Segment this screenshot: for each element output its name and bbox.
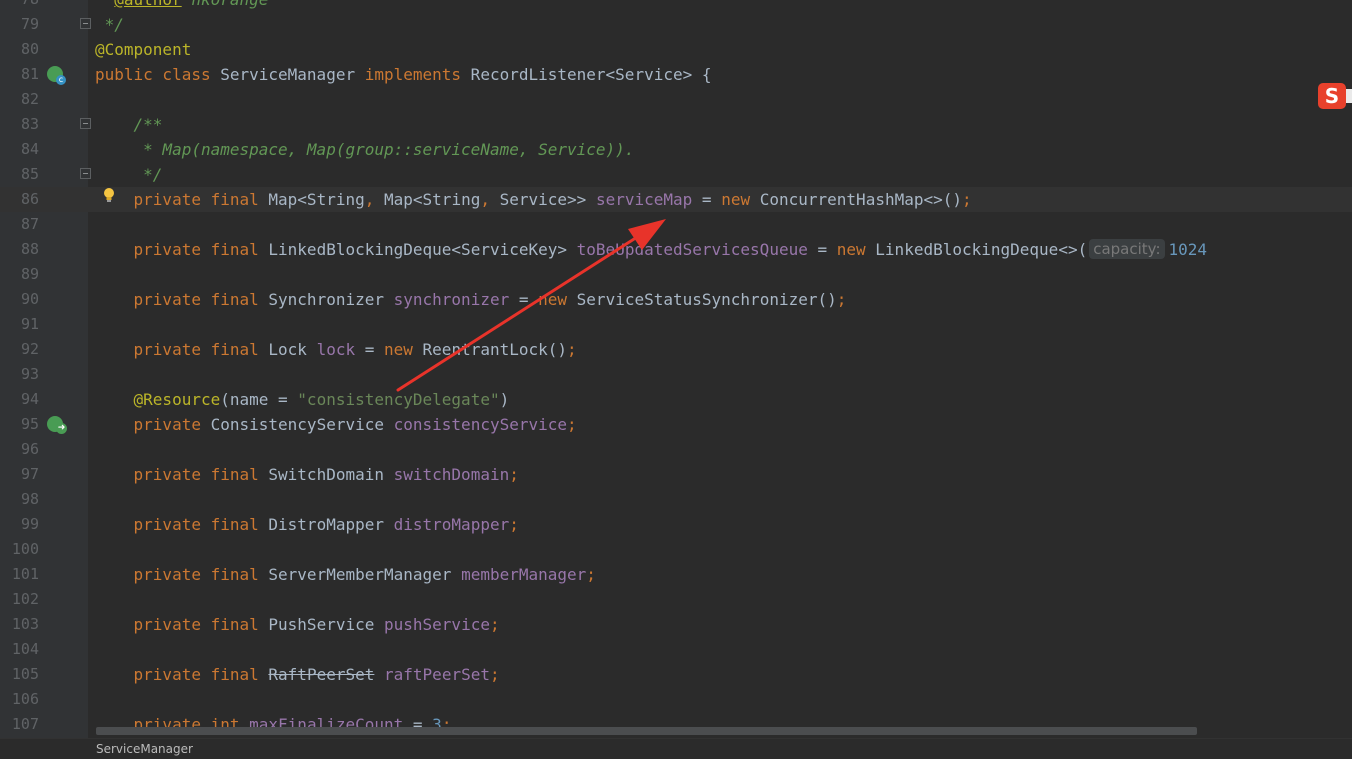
line-number: 107: [11, 715, 39, 733]
code-line[interactable]: 101 private final ServerMemberManager me…: [0, 562, 1352, 587]
line-number: 88: [20, 240, 39, 258]
code-text[interactable]: private final PushService pushService;: [95, 612, 500, 637]
code-text[interactable]: private final ServerMemberManager member…: [95, 562, 596, 587]
line-number: 92: [20, 340, 39, 358]
line-number: 83: [20, 115, 39, 133]
code-line[interactable]: 95 private ConsistencyService consistenc…: [0, 412, 1352, 437]
code-text[interactable]: private final Synchronizer synchronizer …: [95, 287, 847, 312]
code-line[interactable]: 78 @author nkorange: [0, 0, 1352, 12]
code-text[interactable]: private final DistroMapper distroMapper;: [95, 512, 519, 537]
code-line[interactable]: 85 */: [0, 162, 1352, 187]
line-number: 99: [20, 515, 39, 533]
breadcrumb-item-class[interactable]: ServiceManager: [96, 742, 193, 756]
line-number: 105: [11, 665, 39, 683]
line-number: 102: [11, 590, 39, 608]
code-line[interactable]: 99 private final DistroMapper distroMapp…: [0, 512, 1352, 537]
code-line[interactable]: 106: [0, 687, 1352, 712]
code-editor[interactable]: 78 @author nkorange79 */80@Component81pu…: [0, 0, 1352, 738]
code-text[interactable]: public class ServiceManager implements R…: [95, 62, 712, 87]
line-number: 106: [11, 690, 39, 708]
code-line[interactable]: 100: [0, 537, 1352, 562]
line-number: 104: [11, 640, 39, 658]
fold-marker-icon[interactable]: [80, 118, 91, 129]
code-line[interactable]: 86 private final Map<String, Map<String,…: [0, 187, 1352, 212]
line-number: 82: [20, 90, 39, 108]
line-number: 85: [20, 165, 39, 183]
line-number: 81: [20, 65, 39, 83]
code-line[interactable]: 102: [0, 587, 1352, 612]
line-number: 94: [20, 390, 39, 408]
code-line[interactable]: 96: [0, 437, 1352, 462]
autowired-injection-icon[interactable]: ➜: [47, 416, 67, 434]
lightbulb-icon[interactable]: [103, 187, 115, 203]
line-number: 87: [20, 215, 39, 233]
code-line[interactable]: 91: [0, 312, 1352, 337]
line-number: 89: [20, 265, 39, 283]
code-line[interactable]: 105 private final RaftPeerSet raftPeerSe…: [0, 662, 1352, 687]
line-number: 79: [20, 15, 39, 33]
line-number: 95: [20, 415, 39, 433]
code-text[interactable]: */: [95, 12, 124, 37]
code-text[interactable]: private final RaftPeerSet raftPeerSet;: [95, 662, 500, 687]
line-number: 101: [11, 565, 39, 583]
code-line[interactable]: 80 @Component: [0, 37, 1352, 62]
line-number: 97: [20, 465, 39, 483]
code-line[interactable]: 81 public class ServiceManager implements…: [0, 62, 1352, 87]
horizontal-scrollbar[interactable]: [96, 727, 1197, 735]
line-number: 78: [0, 0, 39, 12]
code-text[interactable]: @Component: [95, 37, 191, 62]
code-line[interactable]: 90 private final Synchronizer synchroniz…: [0, 287, 1352, 312]
fold-marker-icon[interactable]: [80, 18, 91, 29]
code-text[interactable]: @author nkorange: [95, 0, 268, 12]
code-line[interactable]: 87: [0, 212, 1352, 237]
code-line[interactable]: 98: [0, 487, 1352, 512]
code-text[interactable]: * Map(namespace, Map(group::serviceName,…: [95, 137, 634, 162]
code-line[interactable]: 93: [0, 362, 1352, 387]
code-line[interactable]: 83 /**: [0, 112, 1352, 137]
code-text[interactable]: private final Lock lock = new ReentrantL…: [95, 337, 577, 362]
line-number: 90: [20, 290, 39, 308]
line-number: 100: [11, 540, 39, 558]
code-line[interactable]: 88 private final LinkedBlockingDeque<Ser…: [0, 237, 1352, 262]
code-text[interactable]: private final Map<String, Map<String, Se…: [95, 187, 972, 212]
line-number: 96: [20, 440, 39, 458]
code-text[interactable]: /**: [95, 112, 163, 137]
code-line[interactable]: 84 * Map(namespace, Map(group::serviceNa…: [0, 137, 1352, 162]
line-number: 80: [20, 40, 39, 58]
code-line[interactable]: 94 @Resource(name = "consistencyDelegate…: [0, 387, 1352, 412]
breadcrumb[interactable]: ServiceManager: [0, 738, 1352, 759]
code-text[interactable]: private final SwitchDomain switchDomain;: [95, 462, 519, 487]
code-line[interactable]: 79 */: [0, 12, 1352, 37]
code-text[interactable]: private final LinkedBlockingDeque<Servic…: [95, 237, 1207, 262]
code-line[interactable]: 104: [0, 637, 1352, 662]
sogou-ime-icon[interactable]: S: [1318, 83, 1352, 109]
line-number: 86: [20, 190, 39, 208]
code-line[interactable]: 97 private final SwitchDomain switchDoma…: [0, 462, 1352, 487]
code-text[interactable]: */: [95, 162, 162, 187]
line-number: 84: [20, 140, 39, 158]
code-text[interactable]: private ConsistencyService consistencySe…: [95, 412, 577, 437]
svg-text:S: S: [1325, 84, 1339, 108]
line-number: 98: [20, 490, 39, 508]
line-number: 91: [20, 315, 39, 333]
line-number: 103: [11, 615, 39, 633]
fold-marker-icon[interactable]: [80, 168, 91, 179]
code-line[interactable]: 82: [0, 87, 1352, 112]
implementation-class-icon[interactable]: c: [47, 66, 66, 85]
code-line[interactable]: 92 private final Lock lock = new Reentra…: [0, 337, 1352, 362]
line-number: 93: [20, 365, 39, 383]
code-text[interactable]: @Resource(name = "consistencyDelegate"): [95, 387, 510, 412]
code-line[interactable]: 103 private final PushService pushServic…: [0, 612, 1352, 637]
code-line[interactable]: 89: [0, 262, 1352, 287]
